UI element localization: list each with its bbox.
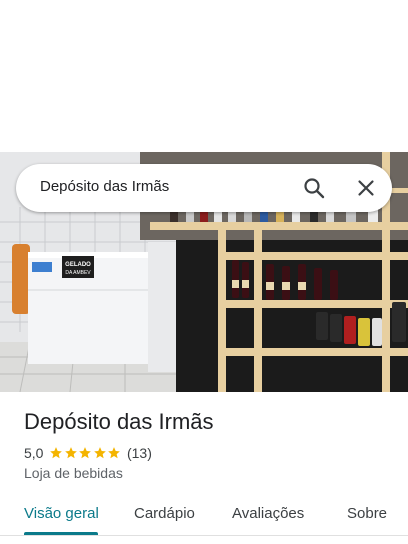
search-bar[interactable]: Depósito das Irmãs	[16, 164, 392, 212]
review-count[interactable]: (13)	[127, 445, 152, 461]
counter-sign-line1: GELADO	[65, 262, 91, 268]
tabs-divider	[0, 535, 408, 536]
tab-reviews[interactable]: Avaliações	[232, 505, 304, 522]
star-icon	[79, 447, 92, 459]
rating-row[interactable]: 5,0 (13)	[24, 444, 152, 462]
star-icon	[50, 447, 63, 459]
tab-menu[interactable]: Cardápio	[134, 505, 195, 522]
star-icon	[65, 447, 77, 459]
rating-value: 5,0	[24, 445, 44, 461]
counter-sign-line2: DA AMBEV	[65, 270, 91, 276]
search-icon[interactable]	[302, 176, 326, 200]
star-icon	[108, 447, 121, 459]
tab-overview[interactable]: Visão geral	[24, 505, 99, 522]
place-category[interactable]: Loja de bebidas	[24, 465, 123, 481]
star-icon	[94, 447, 106, 459]
tab-about[interactable]: Sobre	[347, 505, 387, 522]
search-input[interactable]: Depósito das Irmãs	[40, 178, 169, 195]
rating-stars	[49, 446, 122, 460]
place-title: Depósito das Irmãs	[24, 409, 214, 434]
close-icon[interactable]	[354, 176, 378, 200]
